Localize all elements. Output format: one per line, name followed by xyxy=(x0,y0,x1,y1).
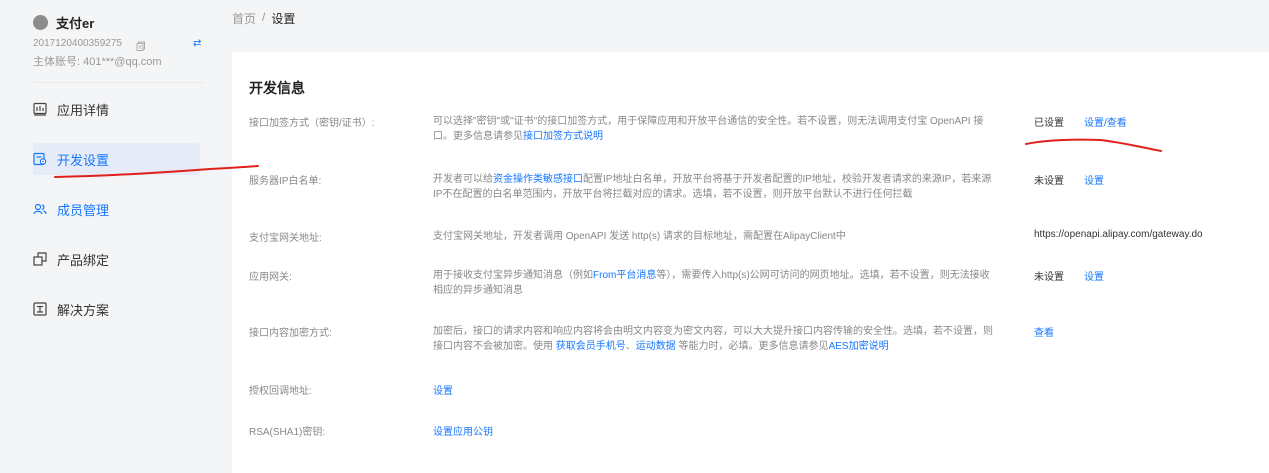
account-panel: 支付er 2017120400359275 ⇄ 主体账号: 401***@qq.… xyxy=(0,0,218,69)
sidebar: 支付er 2017120400359275 ⇄ 主体账号: 401***@qq.… xyxy=(0,0,218,473)
status-text: 未设置 xyxy=(1034,176,1064,187)
row-label: 支付宝网关地址: xyxy=(249,233,322,244)
row-description: 支付宝网关地址，开发者调用 OpenAPI 发送 http(s) 请求的目标地址… xyxy=(433,231,846,242)
sign-method-doc-link[interactable]: 接口加签方式说明 xyxy=(523,131,603,142)
aes-doc-link[interactable]: AES加密说明 xyxy=(829,341,889,352)
row-label: 接口内容加密方式: xyxy=(249,328,332,339)
sidebar-nav: 应用详情 开发设置 成员管理 产品绑定 解决方案 xyxy=(0,93,218,325)
card-title: 开发信息 xyxy=(249,80,305,96)
solution-icon xyxy=(33,302,47,316)
breadcrumb-separator: / xyxy=(262,10,266,24)
status-text: 已设置 xyxy=(1034,118,1064,129)
desc-text: 开发者可以给 xyxy=(433,174,493,185)
sensitive-api-link[interactable]: 资金操作类敏感接口 xyxy=(493,174,583,185)
dev-settings-icon xyxy=(33,152,47,166)
breadcrumb-current: 设置 xyxy=(271,12,296,26)
sidebar-divider xyxy=(33,82,203,83)
desc-text: 用于接收支付宝异步通知消息（例如 xyxy=(433,270,593,281)
row-label: RSA(SHA1)密钥: xyxy=(249,427,326,438)
sidebar-item-members[interactable]: 成员管理 xyxy=(33,193,200,225)
account-name: 支付er xyxy=(56,15,95,31)
set-link[interactable]: 设置 xyxy=(433,382,453,397)
account-id: 2017120400359275 xyxy=(33,37,122,49)
gateway-url: https://openapi.alipay.com/gateway.do xyxy=(1034,229,1203,240)
set-link[interactable]: 设置 xyxy=(1084,268,1104,283)
set-view-link[interactable]: 设置/查看 xyxy=(1084,114,1127,129)
page-root: 支付er 2017120400359275 ⇄ 主体账号: 401***@qq.… xyxy=(0,0,1269,473)
row-label: 授权回调地址: xyxy=(249,386,312,397)
breadcrumb: 首页 / 设置 xyxy=(232,10,295,26)
switch-account-icon[interactable]: ⇄ xyxy=(193,38,201,49)
sidebar-item-product-bind[interactable]: 产品绑定 xyxy=(33,243,200,275)
account-name-row: 支付er xyxy=(33,12,218,32)
desc-text: 等能力时，必填。更多信息请参见 xyxy=(675,341,829,352)
view-link[interactable]: 查看 xyxy=(1034,324,1054,339)
sidebar-item-label: 应用详情 xyxy=(57,102,110,118)
app-detail-icon xyxy=(33,102,47,116)
row-description: 加密后，接口的请求内容和响应内容将会由明文内容变为密文内容，可以大大提升接口内容… xyxy=(433,324,993,354)
set-public-key-link[interactable]: 设置应用公钥 xyxy=(433,423,493,438)
member-phone-link[interactable]: 获取会员手机号 xyxy=(556,341,626,352)
avatar xyxy=(33,14,48,30)
row-label: 接口加签方式（密钥/证书）: xyxy=(249,118,375,129)
row-label: 服务器IP白名单: xyxy=(249,176,322,187)
sidebar-item-label: 产品绑定 xyxy=(57,252,110,268)
main-account: 主体账号: 401***@qq.com xyxy=(33,56,162,68)
sidebar-item-label: 开发设置 xyxy=(57,152,110,168)
status-text: 未设置 xyxy=(1034,272,1064,283)
set-link[interactable]: 设置 xyxy=(1084,172,1104,187)
desc-text: 可以选择"密钥"或"证书"的接口加签方式，用于保障应用和开放平台通信的安全性。若… xyxy=(433,116,984,142)
account-id-row: 2017120400359275 ⇄ xyxy=(33,36,218,51)
row-description: 开发者可以给资金操作类敏感接口配置IP地址白名单，开放平台将基于开发者配置的IP… xyxy=(433,172,993,202)
sidebar-item-dev-settings[interactable]: 开发设置 xyxy=(33,143,200,175)
members-icon xyxy=(33,202,47,216)
sidebar-item-app-detail[interactable]: 应用详情 xyxy=(33,93,200,125)
sidebar-item-label: 成员管理 xyxy=(57,202,110,218)
row-description: 用于接收支付宝异步通知消息（例如From平台消息等），需要传入http(s)公网… xyxy=(433,268,993,298)
sidebar-item-label: 解决方案 xyxy=(57,302,110,318)
product-bind-icon xyxy=(33,252,47,266)
row-description: 可以选择"密钥"或"证书"的接口加签方式，用于保障应用和开放平台通信的安全性。若… xyxy=(433,114,993,144)
sidebar-item-solution[interactable]: 解决方案 xyxy=(33,293,200,325)
platform-message-link[interactable]: From平台消息 xyxy=(593,270,656,281)
desc-text: 、 xyxy=(625,341,636,352)
dev-info-card: 开发信息 接口加签方式（密钥/证书）: 可以选择"密钥"或"证书"的接口加签方式… xyxy=(232,52,1269,473)
sport-data-link[interactable]: 运动数据 xyxy=(636,341,676,352)
row-label: 应用网关: xyxy=(249,272,292,283)
copy-icon[interactable] xyxy=(136,38,146,51)
breadcrumb-home[interactable]: 首页 xyxy=(232,10,256,26)
